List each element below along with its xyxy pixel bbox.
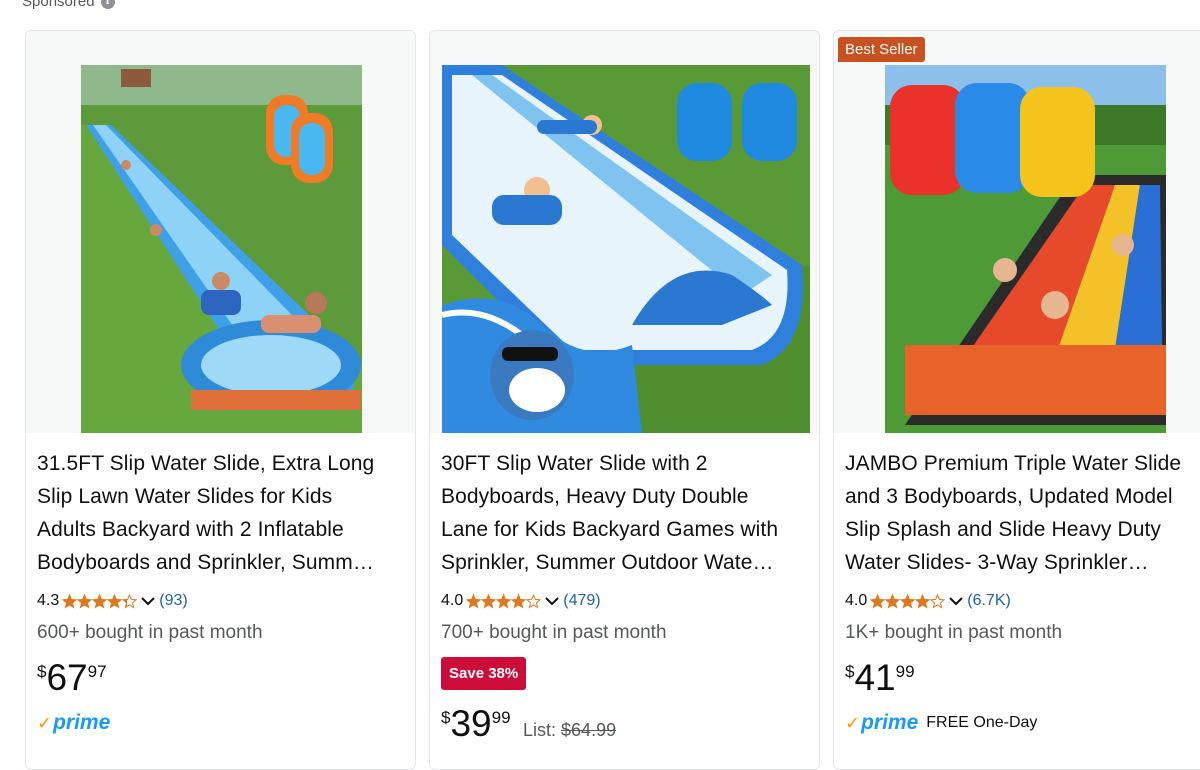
review-count-link[interactable]: (93) <box>159 592 187 610</box>
review-count-link[interactable]: (479) <box>563 592 600 610</box>
price-symbol: $ <box>441 708 451 727</box>
title-line[interactable]: Sprinkler, Summer Outdoor Wate… <box>441 546 811 579</box>
sponsored-label: Sponsored <box>22 0 95 10</box>
product-card[interactable]: JAMBO Premium Triple Water Slide and 3 B… <box>833 30 1200 770</box>
prime-label: prime <box>861 711 919 734</box>
bought-in-past-month: 600+ bought in past month <box>37 622 263 643</box>
price-whole: 67 <box>46 657 88 698</box>
bought-in-past-month: 700+ bought in past month <box>441 622 667 643</box>
product-image-area <box>430 31 819 433</box>
star-icon <box>466 593 482 609</box>
chevron-down-icon[interactable] <box>947 594 965 608</box>
price[interactable]: $3999 List: $64.99 <box>441 703 616 745</box>
info-icon[interactable]: i <box>100 0 115 9</box>
title-line[interactable]: Bodyboards, Heavy Duty Double <box>441 480 811 513</box>
star-rating-icon[interactable] <box>466 593 542 609</box>
price-fraction: 97 <box>87 662 107 681</box>
star-icon <box>481 593 497 609</box>
star-icon <box>92 593 108 609</box>
rating-row: 4.3 (93) <box>37 592 188 610</box>
rating-value: 4.0 <box>441 592 464 609</box>
title-line[interactable]: 30FT Slip Water Slide with 2 <box>441 447 811 480</box>
star-icon <box>496 593 512 609</box>
review-count-link[interactable]: (6.7K) <box>967 592 1011 610</box>
product-image-area <box>834 31 1200 433</box>
chevron-down-icon[interactable] <box>543 594 561 608</box>
product-image-area <box>26 31 415 433</box>
prime-check-icon: ✓ <box>845 712 861 733</box>
price-fraction: 99 <box>895 662 915 681</box>
price-symbol: $ <box>37 662 47 681</box>
price-whole: 39 <box>450 703 492 744</box>
list-price: List: $64.99 <box>523 720 616 740</box>
rating-value: 4.3 <box>37 592 60 609</box>
chevron-down-icon[interactable] <box>139 594 157 608</box>
star-icon <box>930 593 946 609</box>
bought-in-past-month: 1K+ bought in past month <box>845 622 1063 643</box>
rating-row: 4.0 (479) <box>441 592 601 610</box>
product-image[interactable] <box>81 65 362 433</box>
list-price-value: $64.99 <box>561 720 617 740</box>
product-image[interactable] <box>442 65 810 433</box>
star-icon <box>870 593 886 609</box>
title-line[interactable]: and 3 Bodyboards, Updated Model <box>845 480 1200 513</box>
product-title[interactable]: 30FT Slip Water Slide with 2 Bodyboards,… <box>441 447 811 579</box>
prime-badge: ✓ prime FREE One-Day <box>845 711 1037 735</box>
title-line[interactable]: JAMBO Premium Triple Water Slide <box>845 447 1200 480</box>
product-card[interactable]: 30FT Slip Water Slide with 2 Bodyboards,… <box>429 30 820 770</box>
prime-check-icon: ✓ <box>37 712 53 733</box>
title-line[interactable]: Slip Splash and Slide Heavy Duty <box>845 513 1200 546</box>
title-line[interactable]: 31.5FT Slip Water Slide, Extra Long <box>37 447 407 480</box>
title-line[interactable]: Bodyboards and Sprinkler, Summ… <box>37 546 407 579</box>
save-badge: Save 38% <box>441 657 527 690</box>
title-line[interactable]: Adults Backyard with 2 Inflatable <box>37 513 407 546</box>
rating-value: 4.0 <box>845 592 868 609</box>
product-title[interactable]: JAMBO Premium Triple Water Slide and 3 B… <box>845 447 1200 579</box>
star-icon <box>122 593 138 609</box>
prime-badge: ✓ prime <box>37 711 110 735</box>
star-icon <box>526 593 542 609</box>
price[interactable]: $6797 <box>37 657 107 699</box>
star-icon <box>900 593 916 609</box>
sponsored-label-row: Sponsored i <box>22 0 115 10</box>
prime-label: prime <box>53 711 111 734</box>
star-rating-icon[interactable] <box>62 593 138 609</box>
title-line[interactable]: Water Slides- 3-Way Sprinkler… <box>845 546 1200 579</box>
list-label: List: <box>523 720 557 740</box>
best-seller-badge: Best Seller <box>838 37 925 62</box>
rating-row: 4.0 (6.7K) <box>845 592 1011 610</box>
star-icon <box>915 593 931 609</box>
star-icon <box>77 593 93 609</box>
star-icon <box>511 593 527 609</box>
star-icon <box>885 593 901 609</box>
star-icon <box>62 593 78 609</box>
price-fraction: 99 <box>491 708 511 727</box>
price-whole: 41 <box>854 657 896 698</box>
star-rating-icon[interactable] <box>870 593 946 609</box>
price-symbol: $ <box>845 662 855 681</box>
product-card[interactable]: 31.5FT Slip Water Slide, Extra Long Slip… <box>25 30 416 770</box>
title-line[interactable]: Lane for Kids Backyard Games with <box>441 513 811 546</box>
product-title[interactable]: 31.5FT Slip Water Slide, Extra Long Slip… <box>37 447 407 579</box>
star-icon <box>107 593 123 609</box>
product-image[interactable] <box>885 65 1166 433</box>
title-line[interactable]: Slip Lawn Water Slides for Kids <box>37 480 407 513</box>
delivery-text: FREE One-Day <box>926 714 1038 731</box>
price[interactable]: $4199 <box>845 657 915 699</box>
